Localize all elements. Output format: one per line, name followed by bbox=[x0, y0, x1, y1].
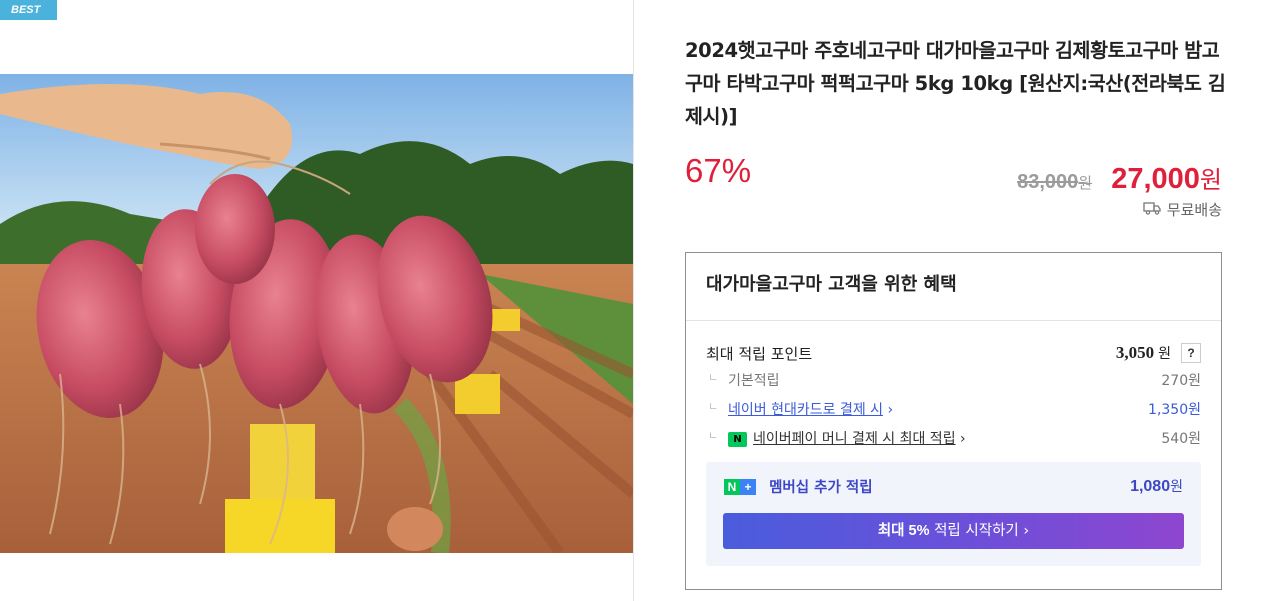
npay-points-row: N 네이버페이 머니 결제 시 최대 적립 › 540원 bbox=[706, 427, 1201, 448]
max-points-label: 최대 적립 포인트 bbox=[706, 345, 813, 363]
max-points-row: 최대 적립 포인트 3,050 원 ? bbox=[706, 343, 1201, 364]
chevron-right-icon: › bbox=[960, 431, 966, 447]
npay-points-value: 540원 bbox=[1161, 431, 1201, 447]
card-points-link[interactable]: 네이버 현대카드로 결제 시 bbox=[728, 402, 883, 418]
discount-rate: 67% bbox=[685, 152, 752, 189]
card-points-row: 네이버 현대카드로 결제 시 › 1,350원 bbox=[706, 398, 1201, 419]
truck-icon bbox=[1143, 201, 1161, 219]
benefits-heading: 대가마을고구마 고객을 위한 혜택 bbox=[686, 253, 1221, 321]
max-points-unit: 원 bbox=[1158, 346, 1171, 362]
original-price: 83,000 bbox=[1017, 171, 1079, 193]
membership-row: N + 멤버십 추가 적립 1,080원 bbox=[724, 476, 1183, 498]
basic-points-row: 기본적립 270원 bbox=[706, 369, 1201, 390]
chevron-right-icon: › bbox=[1023, 523, 1030, 539]
best-badge: BEST bbox=[0, 0, 57, 20]
membership-label: 멤버십 추가 적립 bbox=[769, 480, 873, 496]
npay-points-link[interactable]: 네이버페이 머니 결제 시 최대 적립 bbox=[753, 431, 956, 447]
membership-value: 1,080 bbox=[1130, 478, 1171, 495]
membership-unit: 원 bbox=[1170, 478, 1183, 494]
cta-bold: 최대 5% bbox=[877, 523, 930, 539]
membership-panel: N + 멤버십 추가 적립 1,080원 최대 5% 적립 시작하기 › bbox=[706, 462, 1201, 566]
card-points-value: 1,350원 bbox=[1148, 402, 1201, 418]
max-points-value: 3,050 bbox=[1115, 343, 1155, 362]
start-membership-button[interactable]: 최대 5% 적립 시작하기 › bbox=[723, 513, 1184, 549]
sale-price-unit: 원 bbox=[1199, 166, 1222, 194]
price-block: 83,000원 27,000원 bbox=[1017, 160, 1222, 196]
cta-label: 적립 시작하기 bbox=[934, 523, 1019, 539]
product-title: 2024햇고구마 주호네고구마 대가마을고구마 김제황토고구마 밤고구마 타박고… bbox=[685, 39, 1226, 128]
naver-plus-icon: N + bbox=[724, 478, 756, 495]
shipping-label: 무료배송 bbox=[1166, 201, 1222, 219]
basic-points-label: 기본적립 bbox=[728, 373, 780, 389]
shipping-info: 무료배송 bbox=[1143, 199, 1222, 220]
original-price-unit: 원 bbox=[1078, 174, 1093, 192]
naverpay-icon: N bbox=[728, 431, 747, 447]
basic-points-value: 270원 bbox=[1161, 373, 1201, 389]
help-icon[interactable]: ? bbox=[1181, 343, 1201, 363]
chevron-right-icon: › bbox=[887, 402, 894, 418]
benefits-box: 대가마을고구마 고객을 위한 혜택 최대 적립 포인트 3,050원 ? 기본적… bbox=[685, 252, 1222, 590]
product-image-panel: BEST bbox=[0, 0, 634, 601]
product-photo[interactable] bbox=[0, 74, 633, 553]
sale-price: 27,000 bbox=[1111, 163, 1200, 195]
